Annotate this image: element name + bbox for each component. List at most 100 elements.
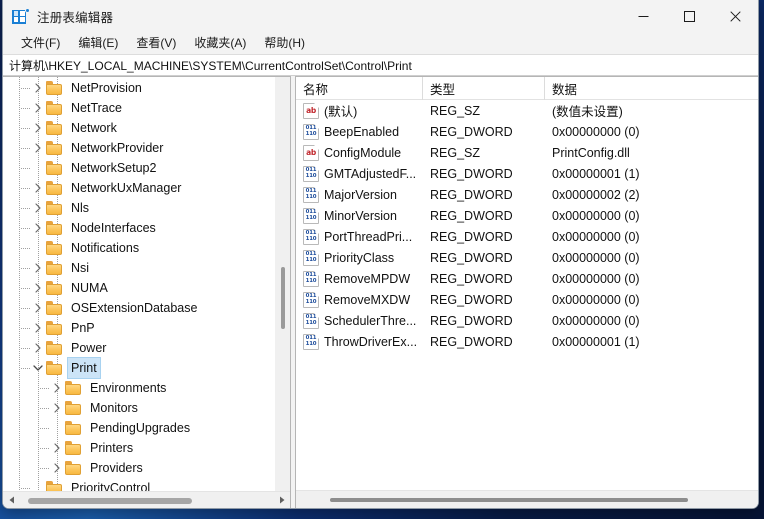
value-row[interactable]: 011 110 MajorVersion REG_DWORD 0x00000002 (2…: [296, 184, 758, 205]
tree-leaf-connector: [29, 238, 46, 258]
tree-leaf-connector: [48, 418, 65, 438]
value-type: REG_DWORD: [430, 292, 513, 307]
chevron-right-icon[interactable]: [48, 458, 65, 478]
tree-item-label: Power: [71, 341, 107, 355]
chevron-right-icon[interactable]: [29, 278, 46, 298]
folder-icon: [46, 321, 63, 335]
value-name: RemoveMXDW: [324, 292, 411, 307]
value-data: 0x00000000 (0): [552, 292, 640, 307]
value-name: BeepEnabled: [324, 124, 400, 139]
address-bar[interactable]: 计算机\HKEY_LOCAL_MACHINE\SYSTEM\CurrentCon…: [3, 54, 758, 76]
tree-item-network[interactable]: Network: [3, 118, 275, 138]
tree-item-netprovision[interactable]: NetProvision: [3, 78, 275, 98]
list-horizontal-scroll-thumb[interactable]: [330, 498, 688, 502]
tree-item-monitors[interactable]: Monitors: [3, 398, 275, 418]
tree-horizontal-scroll-thumb[interactable]: [28, 497, 192, 504]
chevron-right-icon[interactable]: [29, 138, 46, 158]
tree-item-label: Network: [71, 121, 117, 135]
column-header-name[interactable]: 名称: [296, 77, 423, 100]
tree-item-print[interactable]: Print: [3, 357, 275, 379]
value-row[interactable]: 011 110 RemoveMXDW REG_DWORD 0x00000000 (0): [296, 289, 758, 310]
tree-item-nodeinterfaces[interactable]: NodeInterfaces: [3, 218, 275, 238]
chevron-right-icon[interactable]: [29, 198, 46, 218]
tree-item-pendingupgrades[interactable]: PendingUpgrades: [3, 418, 275, 438]
key-tree[interactable]: NetProvision NetTrace Network NetworkProvid…: [3, 77, 275, 491]
tree-item-power[interactable]: Power: [3, 338, 275, 358]
value-row[interactable]: ab (默认) REG_SZ (数值未设置): [296, 100, 758, 121]
tree-item-networkuxmanager[interactable]: NetworkUxManager: [3, 178, 275, 198]
tree-item-label: NetTrace: [71, 101, 122, 115]
column-header-data[interactable]: 数据: [545, 77, 758, 100]
value-row[interactable]: 011 110 MinorVersion REG_DWORD 0x00000000 (0…: [296, 205, 758, 226]
chevron-right-icon[interactable]: [29, 78, 46, 98]
chevron-right-icon[interactable]: [29, 258, 46, 278]
scroll-right-arrow-icon[interactable]: [273, 492, 290, 509]
tree-vertical-scrollbar[interactable]: [275, 77, 290, 491]
minimize-button[interactable]: [620, 0, 666, 32]
content-area: NetProvision NetTrace Network NetworkProvid…: [3, 76, 758, 508]
chevron-right-icon[interactable]: [48, 378, 65, 398]
tree-horizontal-scroll-track[interactable]: [20, 492, 273, 509]
value-row[interactable]: 011 110 PortThreadPri... REG_DWORD 0x0000000…: [296, 226, 758, 247]
menu-favorites[interactable]: 收藏夹(A): [186, 32, 254, 54]
tree-item-networkprovider[interactable]: NetworkProvider: [3, 138, 275, 158]
chevron-right-icon[interactable]: [48, 398, 65, 418]
tree-item-printers[interactable]: Printers: [3, 438, 275, 458]
value-row[interactable]: 011 110 ThrowDriverEx... REG_DWORD 0x0000000…: [296, 331, 758, 352]
tree-item-nls[interactable]: Nls: [3, 198, 275, 218]
chevron-right-icon[interactable]: [29, 298, 46, 318]
tree-item-notifications[interactable]: Notifications: [3, 238, 275, 258]
list-horizontal-scrollbar[interactable]: [296, 490, 758, 508]
chevron-down-icon[interactable]: [29, 358, 46, 378]
folder-icon: [46, 121, 63, 135]
value-row[interactable]: ab ConfigModule REG_SZ PrintConfig.dll: [296, 142, 758, 163]
value-row[interactable]: 011 110 SchedulerThre... REG_DWORD 0x0000000…: [296, 310, 758, 331]
tree-item-environments[interactable]: Environments: [3, 378, 275, 398]
maximize-button[interactable]: [666, 0, 712, 32]
scroll-left-arrow-icon[interactable]: [3, 492, 20, 509]
value-type: REG_SZ: [430, 103, 481, 118]
chevron-right-icon[interactable]: [29, 118, 46, 138]
value-name: ThrowDriverEx...: [324, 334, 418, 349]
folder-icon: [46, 141, 63, 155]
title-bar[interactable]: 注册表编辑器: [3, 0, 758, 32]
close-button[interactable]: [712, 0, 758, 32]
tree-item-label: Monitors: [90, 401, 138, 415]
folder-icon: [65, 461, 82, 475]
tree-item-label: NUMA: [71, 281, 108, 295]
tree-item-prioritycontrol[interactable]: PriorityControl: [3, 478, 275, 491]
tree-item-providers[interactable]: Providers: [3, 458, 275, 478]
value-list-body[interactable]: ab (默认) REG_SZ (数值未设置) 011 110 BeepEnabled REG_…: [296, 100, 758, 490]
dword-value-icon: 011 110: [303, 123, 319, 140]
value-row[interactable]: 011 110 BeepEnabled REG_DWORD 0x00000000 (0): [296, 121, 758, 142]
chevron-right-icon[interactable]: [48, 438, 65, 458]
tree-item-networksetup2[interactable]: NetworkSetup2: [3, 158, 275, 178]
menu-view[interactable]: 查看(V): [128, 32, 184, 54]
chevron-right-icon[interactable]: [29, 218, 46, 238]
chevron-right-icon[interactable]: [29, 318, 46, 338]
tree-item-osextensiondatabase[interactable]: OSExtensionDatabase: [3, 298, 275, 318]
value-data: 0x00000000 (0): [552, 250, 640, 265]
value-row[interactable]: 011 110 RemoveMPDW REG_DWORD 0x00000000 (0): [296, 268, 758, 289]
tree-item-pnp[interactable]: PnP: [3, 318, 275, 338]
value-row[interactable]: 011 110 PriorityClass REG_DWORD 0x00000000 (…: [296, 247, 758, 268]
chevron-right-icon[interactable]: [29, 338, 46, 358]
chevron-right-icon[interactable]: [29, 98, 46, 118]
column-header-type[interactable]: 类型: [423, 77, 545, 100]
tree-item-numa[interactable]: NUMA: [3, 278, 275, 298]
tree-horizontal-scrollbar[interactable]: [3, 491, 290, 508]
value-row[interactable]: 011 110 GMTAdjustedF... REG_DWORD 0x00000001…: [296, 163, 758, 184]
menu-edit[interactable]: 编辑(E): [70, 32, 126, 54]
folder-icon: [46, 241, 63, 255]
tree-item-nettrace[interactable]: NetTrace: [3, 98, 275, 118]
menu-file[interactable]: 文件(F): [13, 32, 68, 54]
folder-icon: [46, 361, 63, 375]
dword-value-icon: 011 110: [303, 249, 319, 266]
tree-vertical-scroll-thumb[interactable]: [281, 267, 285, 329]
tree-item-nsi[interactable]: Nsi: [3, 258, 275, 278]
menu-help[interactable]: 帮助(H): [256, 32, 313, 54]
chevron-right-icon[interactable]: [29, 178, 46, 198]
